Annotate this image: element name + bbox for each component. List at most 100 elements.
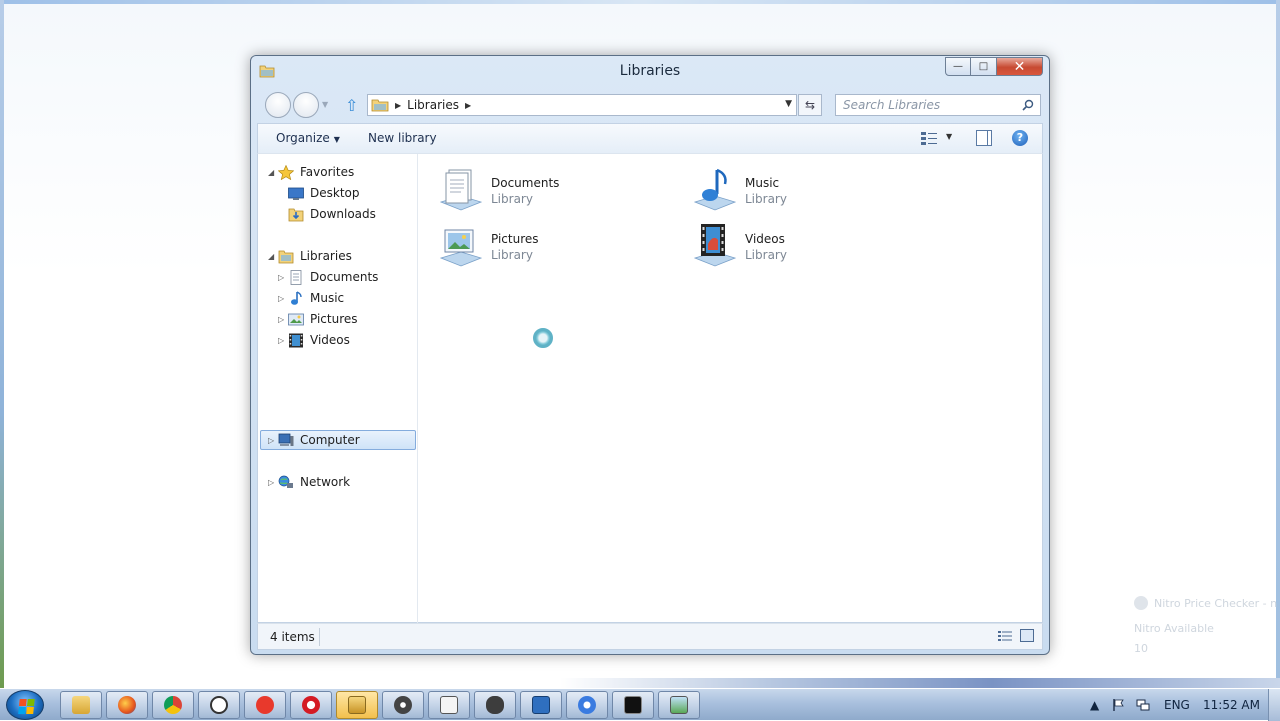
start-button[interactable] [6,690,44,720]
breadcrumb-chevron-icon[interactable]: ▶ [395,101,401,110]
image-viewer-icon [670,696,688,714]
taskbar-yandex[interactable] [244,691,286,719]
language-indicator[interactable]: ENG [1164,698,1190,712]
taskbar-gamepad[interactable] [474,691,516,719]
content-view[interactable]: Documents Library Music Library Pictures… [419,154,1043,624]
yandex-browser-icon [210,696,228,714]
status-bar: 4 items [257,623,1043,650]
show-desktop-button[interactable] [1268,689,1280,721]
network-tray-icon[interactable] [1136,698,1150,712]
new-library-button[interactable]: New library [368,131,437,145]
taskbar-image-viewer[interactable] [658,691,700,719]
library-item-documents[interactable]: Documents Library [437,162,677,214]
expand-arrow-icon[interactable]: ▷ [278,273,284,282]
title-bar[interactable]: Libraries — □ ✕ [251,56,1049,88]
breadcrumb-chevron-icon[interactable]: ▶ [465,101,471,110]
notification-title: Nitro Price Checker - n [1154,596,1278,610]
tree-label: Desktop [310,186,360,200]
collapse-arrow-icon[interactable]: ◢ [268,168,274,177]
chrome-alt-icon [578,696,596,714]
tree-label: Libraries [300,249,352,263]
taskbar-explorer[interactable] [60,691,102,719]
taskbar-yandex-browser[interactable] [198,691,240,719]
search-input[interactable]: Search Libraries [843,98,940,112]
back-button[interactable] [265,92,291,118]
library-item-videos[interactable]: Videos Library [691,218,931,270]
tree-item-downloads[interactable]: Downloads [288,204,376,224]
maximize-button[interactable]: □ [971,57,997,76]
taskbar-notepad[interactable] [428,691,470,719]
collapse-arrow-icon[interactable]: ◢ [268,252,274,261]
clock[interactable]: 11:52 AM [1203,698,1260,712]
library-name: Music [745,176,780,190]
organize-button[interactable]: Organize ▼ [276,131,340,145]
taskbar-firefox[interactable] [106,691,148,719]
tree-item-computer[interactable]: ▷ Computer [268,430,360,450]
library-name: Pictures [491,232,539,246]
toast-notification[interactable]: Nitro Price Checker - n Nitro Available … [1124,590,1280,660]
search-box[interactable]: Search Libraries [835,94,1041,116]
tree-item-desktop[interactable]: Desktop [288,183,360,203]
picture-icon [288,313,304,325]
library-name: Videos [745,232,785,246]
tree-item-pictures[interactable]: ▷ Pictures [278,309,358,329]
preview-pane-icon[interactable] [976,130,992,146]
minimize-icon: — [953,61,963,72]
expand-arrow-icon[interactable]: ▷ [278,315,284,324]
close-button[interactable]: ✕ [997,57,1043,76]
downloads-folder-icon [288,208,304,221]
yandex-icon [256,696,274,714]
up-arrow-icon[interactable]: ⇧ [345,96,358,115]
search-icon[interactable] [1022,99,1034,111]
library-item-pictures[interactable]: Pictures Library [437,218,677,270]
taskbar-raccoon-app[interactable] [382,691,424,719]
action-center-flag-icon[interactable] [1112,698,1126,712]
breadcrumb-libraries[interactable]: Libraries [407,98,459,112]
taskbar-chrome-alt[interactable] [566,691,608,719]
address-bar[interactable]: ▶ Libraries ▶ ▼ [367,94,797,116]
expand-arrow-icon[interactable]: ▷ [268,478,274,487]
navigation-pane[interactable]: ◢ Favorites Desktop Downloads ◢ Librarie… [258,154,418,624]
videos-library-icon [693,224,737,267]
library-item-music[interactable]: Music Library [691,162,931,214]
expand-arrow-icon[interactable]: ▷ [278,336,284,345]
tree-item-videos[interactable]: ▷ Videos [278,330,350,350]
expand-arrow-icon[interactable]: ▷ [268,436,274,445]
forward-button[interactable] [293,92,319,118]
show-hidden-icons-arrow[interactable]: ▲ [1090,698,1099,712]
view-options-chevron-icon[interactable]: ▼ [946,132,952,141]
film-icon [289,333,303,347]
library-type: Library [745,248,787,262]
tree-item-libraries[interactable]: ◢ Libraries [268,246,352,266]
tree-item-favorites[interactable]: ◢ Favorites [268,162,354,182]
large-icons-view-icon[interactable] [1020,629,1034,642]
tree-item-documents[interactable]: ▷ Documents [278,267,378,287]
expand-arrow-icon[interactable]: ▷ [278,294,284,303]
item-count: 4 items [270,630,315,644]
taskbar-remote-desktop[interactable] [520,691,562,719]
taskbar-chrome[interactable] [152,691,194,719]
taskbar-opera[interactable] [290,691,332,719]
star-icon [278,164,294,180]
busy-cursor-icon [533,328,553,348]
taskbar-command-prompt[interactable] [612,691,654,719]
tree-item-music[interactable]: ▷ Music [278,288,344,308]
refresh-button[interactable]: ⇆ [798,94,822,116]
notification-line: 10 [1134,642,1148,655]
taskbar-explorer-active[interactable] [336,691,378,719]
details-view-icon[interactable] [998,630,1012,642]
tree-item-network[interactable]: ▷ Network [268,472,350,492]
document-icon [290,269,302,285]
libraries-icon [348,696,366,714]
opera-icon [302,696,320,714]
address-dropdown-icon[interactable]: ▼ [785,99,792,109]
help-icon[interactable]: ? [1012,130,1028,146]
organize-label: Organize [276,131,330,145]
minimize-button[interactable]: — [945,57,971,76]
music-note-icon [291,290,302,305]
desktop-edge [1276,0,1280,688]
change-view-icon[interactable] [920,131,938,145]
window-title: Libraries [619,63,681,79]
recent-pages-chevron-icon[interactable]: ▼ [322,100,328,109]
command-bar: Organize ▼ New library ▼ ? [257,123,1043,153]
